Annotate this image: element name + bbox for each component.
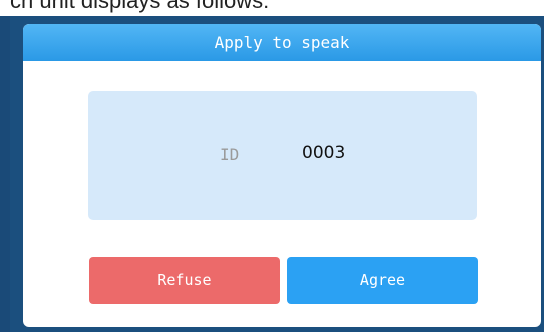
dialog-header: Apply to speak [23, 24, 541, 61]
id-label: ID [220, 145, 240, 164]
id-value: 0003 [302, 143, 346, 163]
background-document-text: ch unit displays as follows: [10, 0, 270, 13]
agree-button[interactable]: Agree [287, 257, 478, 304]
background-document-strip: ch unit displays as follows: [0, 0, 544, 16]
dialog-title: Apply to speak [214, 33, 350, 52]
frame-edge [0, 16, 10, 332]
apply-to-speak-dialog: Apply to speak ID 0003 Refuse Agree [23, 24, 541, 327]
speaker-info-panel: ID 0003 [88, 91, 477, 220]
refuse-button[interactable]: Refuse [89, 257, 280, 304]
